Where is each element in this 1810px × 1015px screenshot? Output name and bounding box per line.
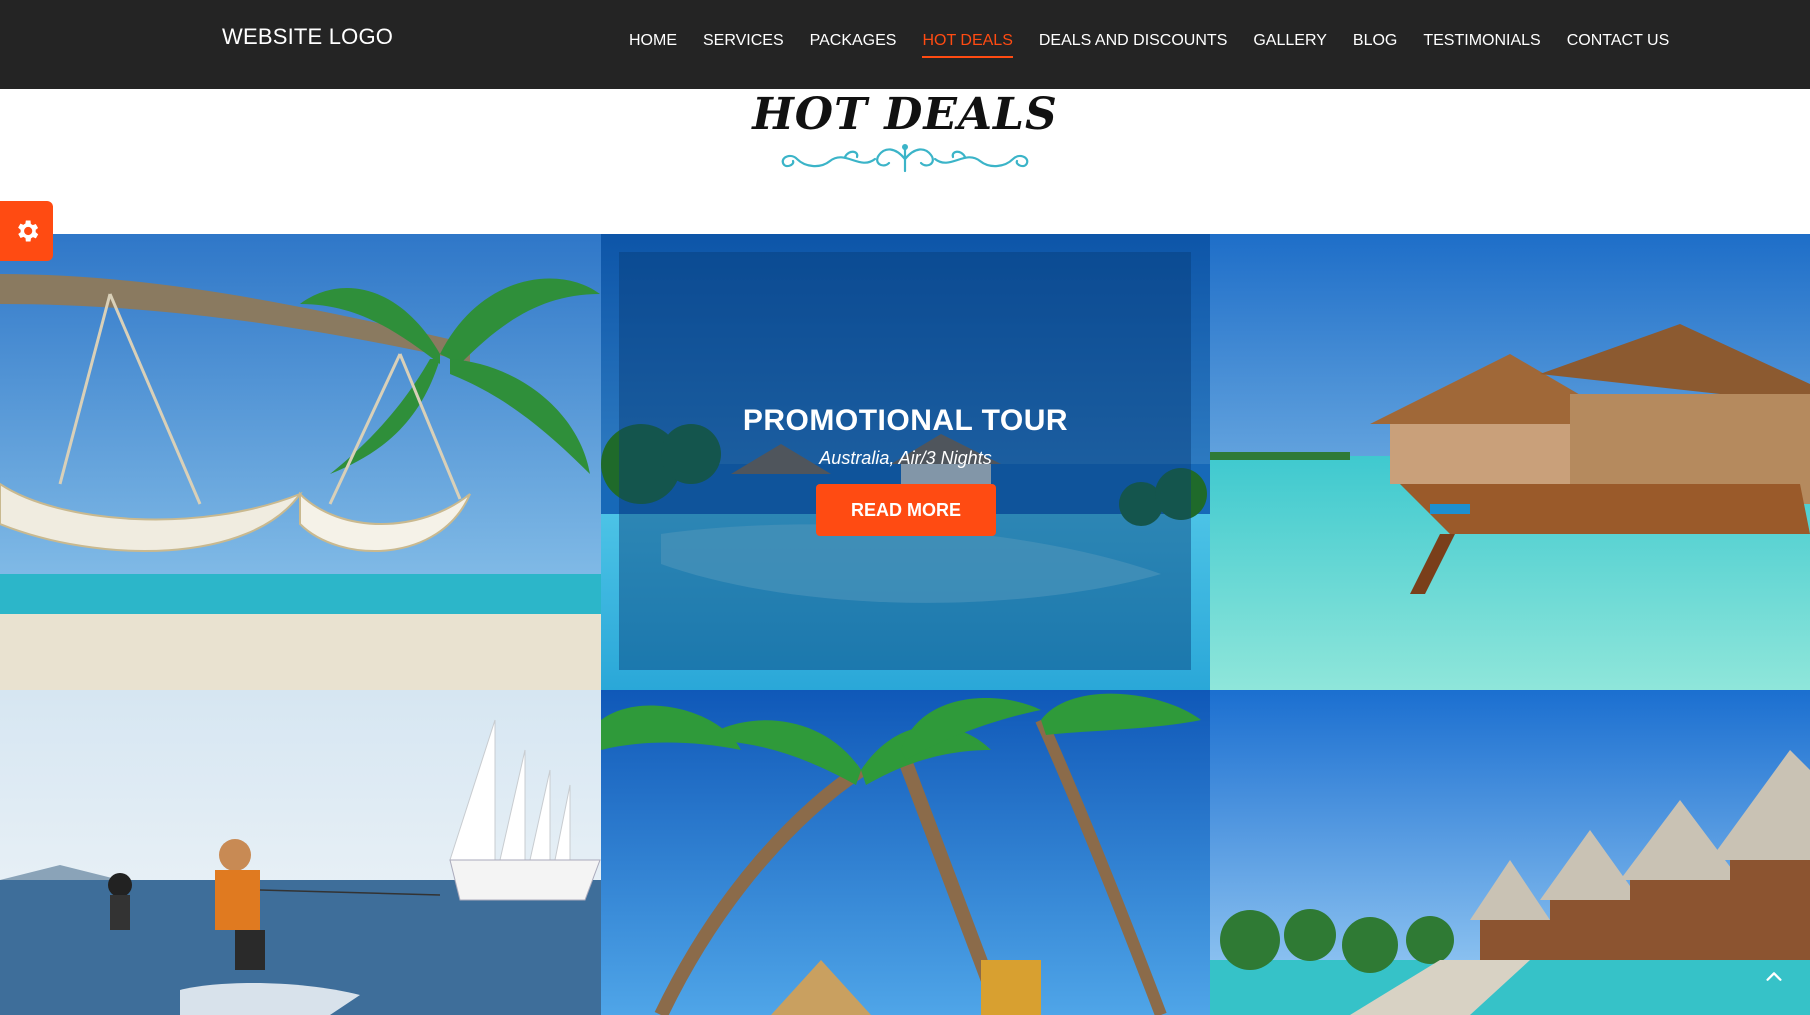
nav-item-packages[interactable]: PACKAGES <box>810 32 897 58</box>
nav-item-blog[interactable]: BLOG <box>1353 32 1397 58</box>
nav-item-hot-deals[interactable]: HOT DEALS <box>922 32 1013 58</box>
nav-item-contact-us[interactable]: CONTACT US <box>1567 32 1670 58</box>
promo-title: PROMOTIONAL TOUR <box>742 404 1069 437</box>
gallery-tile-waterski[interactable] <box>0 690 601 1015</box>
gear-icon <box>17 220 38 242</box>
nav-item-deals-and-discounts[interactable]: DEALS AND DISCOUNTS <box>1039 32 1227 58</box>
gallery-tile-bungalows[interactable] <box>1210 690 1810 1015</box>
promo-card: PROMOTIONAL TOUR Australia, Air/3 Nights… <box>601 234 1210 690</box>
gallery-tile-hammock[interactable] <box>0 234 601 690</box>
chevron-up-icon <box>1766 972 1782 981</box>
waterski-sailboat-photo <box>0 690 601 1015</box>
palm-trees-photo <box>601 690 1210 1015</box>
read-more-button[interactable]: READ MORE <box>816 484 996 536</box>
nav-item-services[interactable]: SERVICES <box>703 32 784 58</box>
overwater-villa-photo <box>1210 234 1810 690</box>
main-nav: HOME SERVICES PACKAGES HOT DEALS DEALS A… <box>629 32 1695 58</box>
promo-subtitle: Australia, Air/3 Nights <box>819 448 992 468</box>
nav-item-gallery[interactable]: GALLERY <box>1253 32 1327 58</box>
settings-tab[interactable] <box>0 201 53 261</box>
gallery-tile-palm-trees[interactable] <box>601 690 1210 1015</box>
nav-item-home[interactable]: HOME <box>629 32 677 58</box>
website-logo[interactable]: WEBSITE LOGO <box>222 24 393 50</box>
overwater-bungalows-photo <box>1210 690 1810 1015</box>
ornament-divider-icon <box>781 144 1029 173</box>
top-navbar: WEBSITE LOGO HOME SERVICES PACKAGES HOT … <box>0 0 1810 89</box>
section-header: HOT DEALS <box>0 89 1810 234</box>
section-title: HOT DEALS <box>752 89 1058 140</box>
scroll-to-top-button[interactable] <box>1756 959 1792 995</box>
gallery-tile-overwater-villa[interactable] <box>1210 234 1810 690</box>
nav-item-testimonials[interactable]: TESTIMONIALS <box>1423 32 1540 58</box>
hammock-beach-photo <box>0 234 601 690</box>
